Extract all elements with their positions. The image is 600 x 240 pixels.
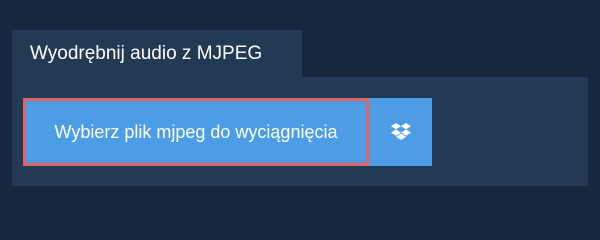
converter-tab: Wyodrębnij audio z MJPEG <box>12 30 302 77</box>
choose-file-label: Wybierz plik mjpeg do wyciągnięcia <box>54 121 338 142</box>
tab-title: Wyodrębnij audio z MJPEG <box>30 42 263 64</box>
dropbox-button[interactable] <box>369 98 432 166</box>
choose-file-button[interactable]: Wybierz plik mjpeg do wyciągnięcia <box>23 98 369 166</box>
dropbox-icon <box>390 123 411 141</box>
